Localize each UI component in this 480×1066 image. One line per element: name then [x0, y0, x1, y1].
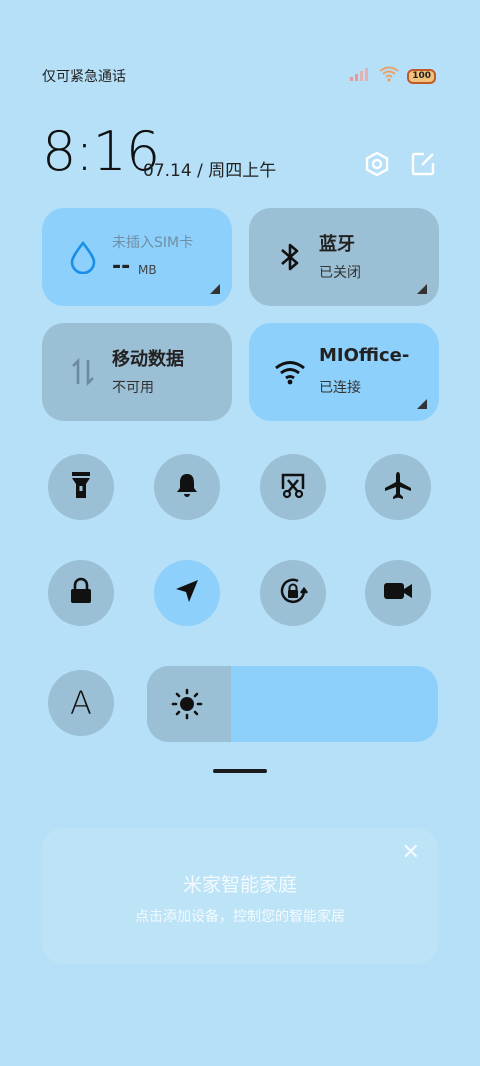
tile-data-usage-value: -- — [112, 254, 131, 279]
drag-handle[interactable] — [213, 769, 267, 773]
wifi-icon — [379, 66, 399, 86]
tile-bluetooth-title: 蓝牙 — [319, 234, 355, 255]
tile-data-usage-title: 未插入SIM卡 — [112, 235, 194, 251]
toggle-screenshot[interactable] — [260, 454, 326, 520]
expand-corner-icon — [210, 284, 220, 294]
lock-icon — [69, 577, 93, 609]
tile-mobile-data[interactable]: 移动数据 不可用 — [42, 323, 232, 421]
bluetooth-icon — [273, 240, 307, 274]
battery-level: 100 — [407, 68, 436, 84]
carrier-status: 仅可紧急通话 — [42, 69, 126, 85]
water-drop-icon — [66, 240, 100, 274]
toggle-ring[interactable] — [154, 454, 220, 520]
toggle-flashlight[interactable] — [48, 454, 114, 520]
signal-icon — [349, 66, 371, 86]
tile-data-usage[interactable]: 未插入SIM卡 -- MB — [42, 208, 232, 306]
rotation-lock-icon — [277, 575, 309, 611]
wifi-icon — [273, 355, 307, 389]
tile-wifi[interactable]: MIOffice- 已连接 — [249, 323, 439, 421]
expand-corner-icon — [417, 284, 427, 294]
tile-mobile-data-subtitle: 不可用 — [112, 380, 154, 396]
smart-home-card[interactable]: ✕ 米家智能家庭 点击添加设备，控制您的智能家居 — [42, 828, 438, 964]
smart-home-title: 米家智能家庭 — [182, 874, 297, 896]
font-toggle-label: A — [70, 684, 92, 722]
toggle-screen-record[interactable] — [365, 560, 431, 626]
smart-home-subtitle: 点击添加设备，控制您的智能家居 — [135, 909, 345, 925]
toggle-font[interactable]: A — [48, 670, 114, 736]
expand-corner-icon — [417, 399, 427, 409]
location-arrow-icon — [174, 578, 200, 608]
screenshot-icon — [279, 471, 307, 503]
video-camera-icon — [383, 580, 413, 606]
status-icons: 100 — [349, 66, 436, 86]
brightness-slider[interactable] — [147, 666, 438, 742]
battery-icon: 100 — [407, 68, 436, 84]
tile-wifi-subtitle: 已连接 — [319, 380, 361, 396]
airplane-icon — [383, 470, 413, 504]
data-transfer-icon — [66, 355, 100, 389]
clock-time: 8:16 — [42, 120, 160, 183]
flashlight-icon — [68, 470, 94, 504]
edit-icon[interactable] — [408, 149, 438, 179]
close-icon[interactable]: ✕ — [402, 842, 420, 864]
tile-bluetooth-subtitle: 已关闭 — [319, 265, 361, 281]
toggle-airplane[interactable] — [365, 454, 431, 520]
bell-icon — [174, 471, 200, 503]
tile-mobile-data-title: 移动数据 — [112, 349, 184, 370]
clock-date: 07.14 / 周四上午 — [143, 161, 277, 181]
toggle-rotation-lock[interactable] — [260, 560, 326, 626]
toggle-lock-screen[interactable] — [48, 560, 114, 626]
toggle-location[interactable] — [154, 560, 220, 626]
settings-icon[interactable] — [362, 149, 392, 179]
tile-wifi-title: MIOffice- — [319, 345, 410, 366]
tile-bluetooth[interactable]: 蓝牙 已关闭 — [249, 208, 439, 306]
tile-data-usage-unit: MB — [138, 263, 157, 277]
sun-icon — [171, 688, 203, 724]
